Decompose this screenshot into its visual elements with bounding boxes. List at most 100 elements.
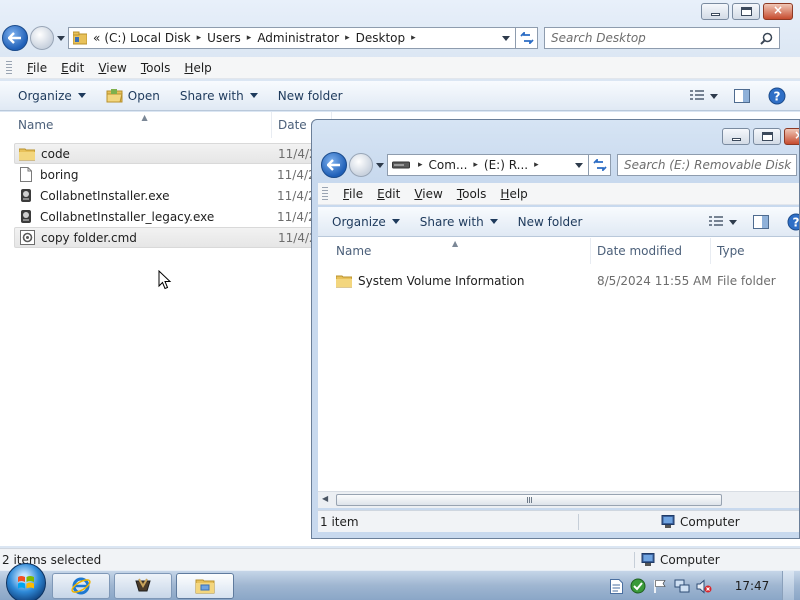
help-button[interactable]: ? bbox=[768, 87, 786, 105]
search-input[interactable] bbox=[551, 31, 779, 45]
search-box[interactable] bbox=[544, 27, 780, 49]
address-bar[interactable]: ▸ Com... ▸ (E:) R... ▸ bbox=[387, 154, 589, 176]
file-name: boring bbox=[40, 167, 79, 182]
refresh-icon bbox=[519, 32, 534, 44]
taskbar: 17:47 bbox=[0, 562, 800, 600]
minimize-button[interactable] bbox=[701, 3, 729, 20]
search-box[interactable] bbox=[617, 154, 797, 176]
menu-help[interactable]: Help bbox=[177, 61, 218, 75]
menu-help[interactable]: Help bbox=[493, 187, 534, 201]
breadcrumb-users[interactable]: Users bbox=[205, 31, 243, 45]
breadcrumb-separator-icon[interactable]: ▸ bbox=[530, 160, 543, 170]
file-row-code[interactable]: code 11/4/2 bbox=[14, 143, 317, 164]
search-input[interactable] bbox=[624, 158, 796, 172]
search-icon[interactable] bbox=[760, 32, 773, 45]
restore-button[interactable] bbox=[732, 3, 760, 20]
menu-view[interactable]: View bbox=[91, 61, 133, 75]
breadcrumb-administrator[interactable]: Administrator bbox=[255, 31, 341, 45]
recent-pages-button[interactable] bbox=[56, 35, 66, 41]
file-row-boring[interactable]: boring 11/4/2 bbox=[14, 164, 316, 185]
menu-tools[interactable]: Tools bbox=[450, 187, 494, 201]
column-name[interactable]: Name ▲ bbox=[12, 112, 272, 138]
removable-drive-icon bbox=[392, 161, 410, 169]
file-row-collabnetinstaller-legacy[interactable]: CollabnetInstaller_legacy.exe 11/4/2 bbox=[14, 206, 316, 227]
share-with-button[interactable]: Share with bbox=[170, 84, 268, 108]
close-button[interactable]: × bbox=[784, 128, 799, 145]
scroll-left-icon[interactable]: ◀ bbox=[322, 494, 328, 503]
file-row-collabnetinstaller[interactable]: CollabnetInstaller.exe 11/4/2 bbox=[14, 185, 316, 206]
breadcrumb-separator-icon[interactable]: ▸ bbox=[193, 33, 206, 43]
tray-volume-muted-icon[interactable] bbox=[696, 578, 712, 594]
breadcrumb-desktop[interactable]: Desktop bbox=[354, 31, 408, 45]
help-icon: ? bbox=[768, 87, 786, 105]
organize-button[interactable]: Organize bbox=[318, 210, 410, 234]
start-button[interactable] bbox=[6, 562, 46, 600]
open-button[interactable]: Open bbox=[96, 84, 170, 108]
chevron-down-icon bbox=[710, 93, 718, 99]
breadcrumb-removable-disk[interactable]: (E:) R... bbox=[482, 158, 530, 172]
menu-file[interactable]: File bbox=[336, 187, 370, 201]
new-folder-button[interactable]: New folder bbox=[268, 84, 353, 108]
address-dropdown-button[interactable] bbox=[572, 155, 586, 175]
taskbar-clock[interactable]: 17:47 bbox=[728, 579, 776, 593]
back-button[interactable] bbox=[321, 152, 347, 178]
refresh-button[interactable] bbox=[589, 154, 611, 176]
tray-security-icon[interactable] bbox=[630, 578, 646, 594]
share-with-button[interactable]: Share with bbox=[410, 210, 508, 234]
taskbar-internet-explorer[interactable] bbox=[52, 572, 110, 599]
close-button[interactable]: × bbox=[763, 3, 793, 20]
menu-grip bbox=[6, 60, 12, 75]
column-date-modified[interactable]: Date modified bbox=[591, 238, 711, 264]
column-type-label: Type bbox=[717, 244, 745, 258]
breadcrumb-computer[interactable]: Com... bbox=[427, 158, 470, 172]
change-view-button[interactable] bbox=[690, 90, 718, 102]
breadcrumb-separator-icon[interactable]: ▸ bbox=[469, 160, 482, 170]
menu-edit[interactable]: Edit bbox=[370, 187, 407, 201]
grip-icon bbox=[527, 497, 533, 503]
refresh-button[interactable] bbox=[516, 27, 538, 49]
preview-pane-button[interactable] bbox=[753, 215, 769, 229]
file-row-system-volume-information[interactable]: System Volume Information 8/5/2024 11:55… bbox=[332, 270, 799, 291]
back-button[interactable] bbox=[2, 25, 28, 51]
breadcrumb-separator-icon[interactable]: ▸ bbox=[341, 33, 354, 43]
file-row-copy-folder-cmd[interactable]: copy folder.cmd 11/4/2 bbox=[14, 227, 317, 248]
forward-button[interactable] bbox=[349, 153, 373, 177]
show-desktop-button[interactable] bbox=[782, 571, 794, 600]
restore-button[interactable] bbox=[753, 128, 781, 145]
address-bar[interactable]: « (C:) Local Disk ▸ Users ▸ Administrato… bbox=[68, 27, 516, 49]
breadcrumb-overflow[interactable]: « bbox=[91, 31, 102, 45]
breadcrumb-local-disk[interactable]: (C:) Local Disk bbox=[102, 31, 192, 45]
tray-network-icon[interactable] bbox=[674, 578, 690, 594]
help-button[interactable]: ? bbox=[787, 213, 799, 231]
preview-pane-button[interactable] bbox=[734, 89, 750, 103]
taskbar-app[interactable] bbox=[114, 572, 172, 599]
arrow-left-icon bbox=[327, 159, 340, 171]
tray-document-icon[interactable] bbox=[608, 578, 624, 594]
column-name[interactable]: Name ▲ bbox=[330, 238, 591, 264]
new-folder-button[interactable]: New folder bbox=[508, 210, 593, 234]
organize-button[interactable]: Organize bbox=[0, 84, 96, 108]
breadcrumb-separator-icon[interactable]: ▸ bbox=[414, 160, 427, 170]
column-type[interactable]: Type bbox=[711, 238, 799, 264]
breadcrumb-separator-icon[interactable]: ▸ bbox=[243, 33, 256, 43]
menu-tools[interactable]: Tools bbox=[134, 61, 178, 75]
change-view-button[interactable] bbox=[709, 216, 737, 228]
chevron-down-icon bbox=[249, 93, 258, 98]
menu-edit[interactable]: Edit bbox=[54, 61, 91, 75]
recent-pages-button[interactable] bbox=[375, 162, 385, 168]
command-bar: Organize Share with New folder ? bbox=[318, 207, 799, 237]
tray-action-center-flag-icon[interactable] bbox=[652, 578, 668, 594]
forward-button[interactable] bbox=[30, 26, 54, 50]
address-dropdown-button[interactable] bbox=[499, 28, 513, 48]
scrollbar-thumb[interactable] bbox=[336, 494, 722, 506]
minimize-button[interactable] bbox=[722, 128, 750, 145]
notification-area: 17:47 bbox=[608, 571, 800, 600]
breadcrumb-separator-icon[interactable]: ▸ bbox=[407, 33, 420, 43]
taskbar-windows-explorer[interactable] bbox=[176, 572, 234, 599]
menu-view[interactable]: View bbox=[407, 187, 449, 201]
computer-icon bbox=[661, 514, 675, 528]
horizontal-scrollbar[interactable]: ◀ bbox=[318, 491, 799, 508]
view-list-icon bbox=[709, 216, 723, 226]
file-icon bbox=[18, 167, 34, 183]
menu-file[interactable]: File bbox=[20, 61, 54, 75]
